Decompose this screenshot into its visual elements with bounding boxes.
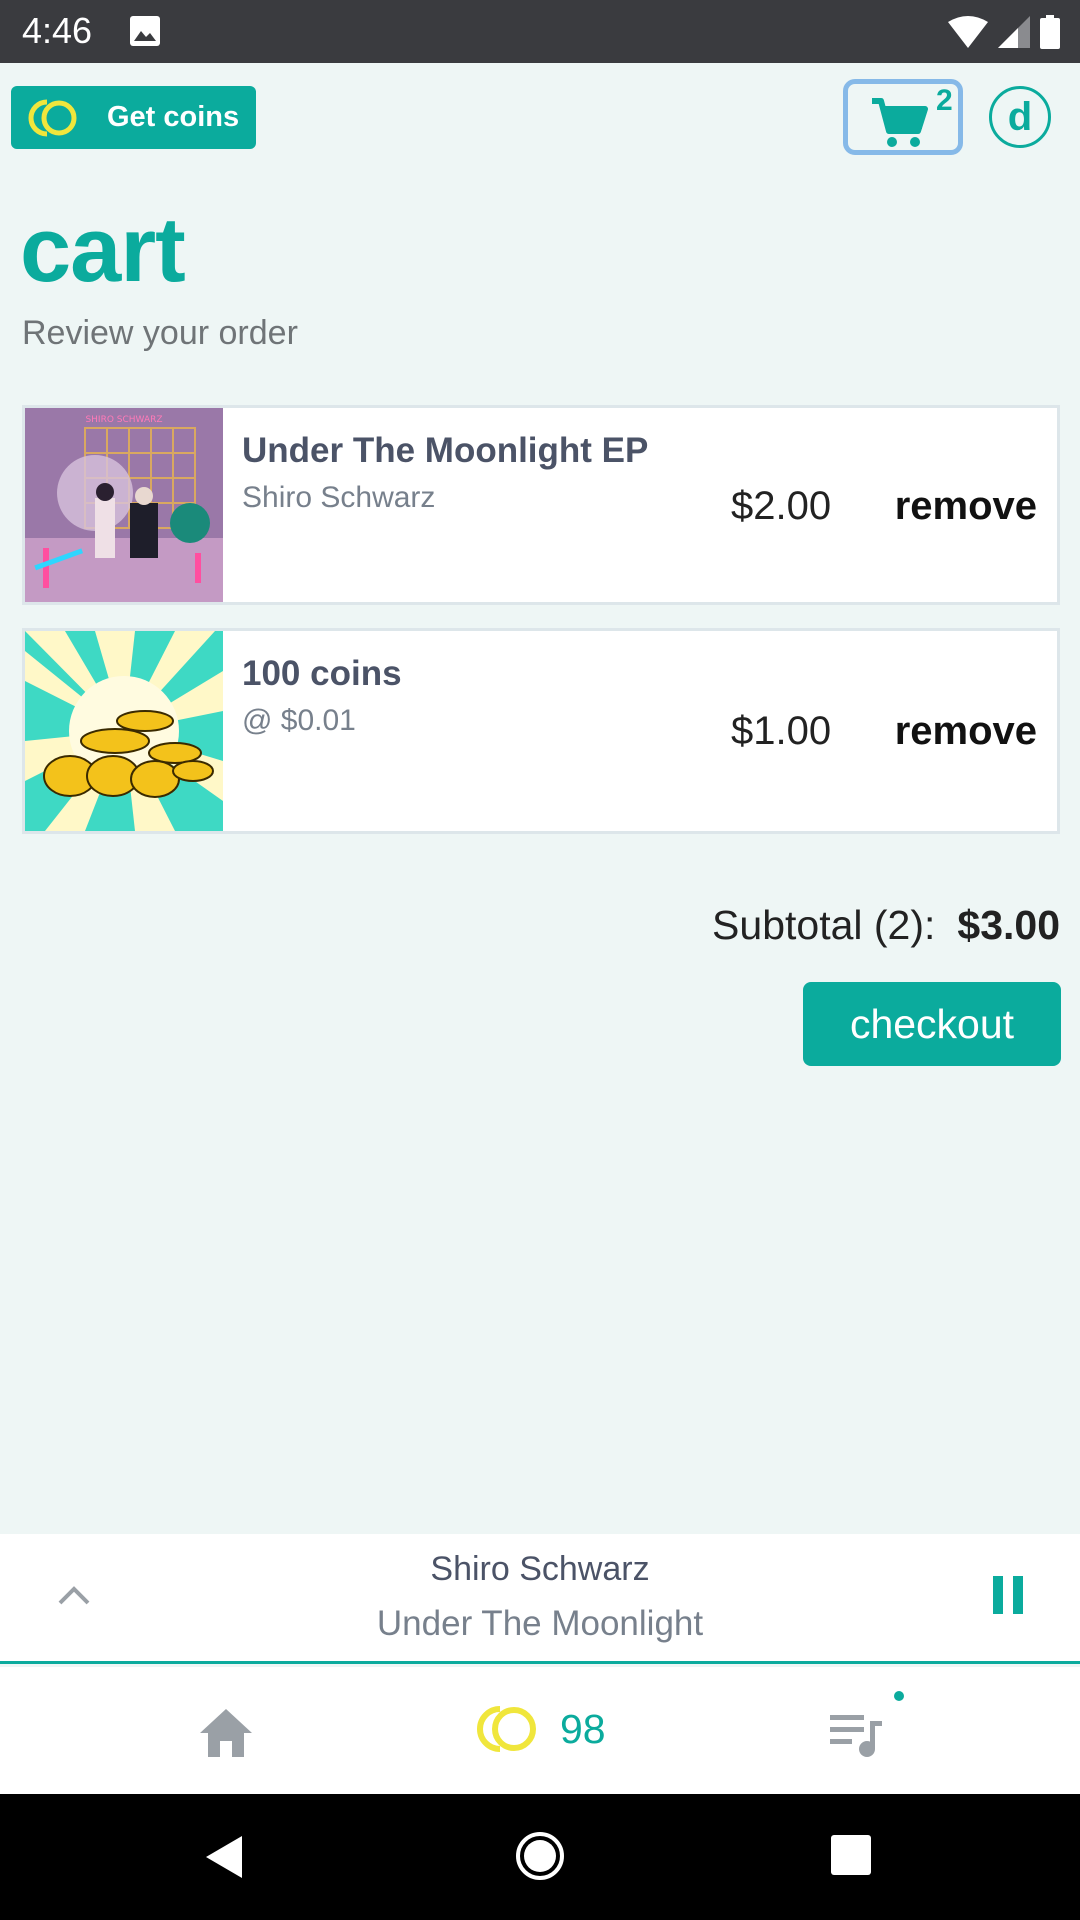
cart-count-badge: 2 <box>936 84 953 117</box>
subtotal: Subtotal (2): $3.00 <box>712 902 1060 949</box>
item-unit-price: @ $0.01 <box>242 704 356 737</box>
subtotal-amount: $3.00 <box>957 902 1060 948</box>
home-circle-icon[interactable] <box>514 1830 566 1882</box>
status-time: 4:46 <box>22 10 93 51</box>
cell-signal-icon <box>998 16 1030 48</box>
page-title: cart <box>20 199 186 301</box>
album-cover-text: SHIRO SCHWARZ <box>85 415 162 425</box>
avatar[interactable]: d <box>989 86 1051 148</box>
remove-item-button[interactable]: remove <box>895 484 1037 529</box>
item-title: Under The Moonlight EP <box>242 431 649 470</box>
player-track: Under The Moonlight <box>376 1604 704 1643</box>
top-bar: Get coins 2 d <box>0 63 1080 173</box>
home-icon[interactable] <box>198 1707 254 1759</box>
bottom-nav: 98 <box>0 1667 1080 1794</box>
cart-button[interactable]: 2 <box>843 79 963 155</box>
item-artist: Shiro Schwarz <box>242 481 436 514</box>
pause-icon[interactable] <box>991 1576 1025 1614</box>
get-coins-label: Get coins <box>107 101 240 133</box>
cart-item-album: SHIRO SCHWARZ Under The Moonlight EP Shi… <box>22 405 1060 605</box>
coin-balance-tab[interactable]: 98 <box>474 1703 606 1755</box>
checkout-button[interactable]: checkout <box>803 982 1061 1066</box>
wifi-icon <box>948 16 988 48</box>
notification-dot <box>894 1691 904 1701</box>
get-coins-button[interactable]: Get coins <box>11 86 256 149</box>
back-icon[interactable] <box>204 1834 244 1880</box>
mini-player[interactable]: Shiro Schwarz Under The Moonlight <box>0 1534 1080 1664</box>
subtotal-label: Subtotal (2): <box>712 902 936 948</box>
shopping-cart-icon <box>872 98 928 147</box>
player-artist: Shiro Schwarz <box>430 1550 650 1588</box>
coins-image <box>25 631 223 831</box>
status-bar: 4:46 <box>0 0 1080 63</box>
remove-item-button[interactable]: remove <box>895 709 1037 754</box>
system-navigation-bar <box>0 1794 1080 1920</box>
item-price: $2.00 <box>731 484 832 528</box>
coin-icon <box>477 1706 536 1752</box>
recents-icon[interactable] <box>831 1835 871 1875</box>
status-icons <box>948 12 1060 52</box>
queue-music-icon[interactable] <box>830 1711 884 1757</box>
cart-item-coins: 100 coins @ $0.01 $1.00 remove <box>22 628 1060 834</box>
image-notification-icon <box>130 16 160 46</box>
coin-icon <box>28 99 77 136</box>
album-cover-image: SHIRO SCHWARZ <box>25 408 223 602</box>
item-price: $1.00 <box>731 709 832 753</box>
battery-icon <box>1040 15 1060 49</box>
page-subtitle: Review your order <box>22 314 298 352</box>
coin-balance: 98 <box>560 1705 606 1752</box>
item-title: 100 coins <box>242 654 402 693</box>
